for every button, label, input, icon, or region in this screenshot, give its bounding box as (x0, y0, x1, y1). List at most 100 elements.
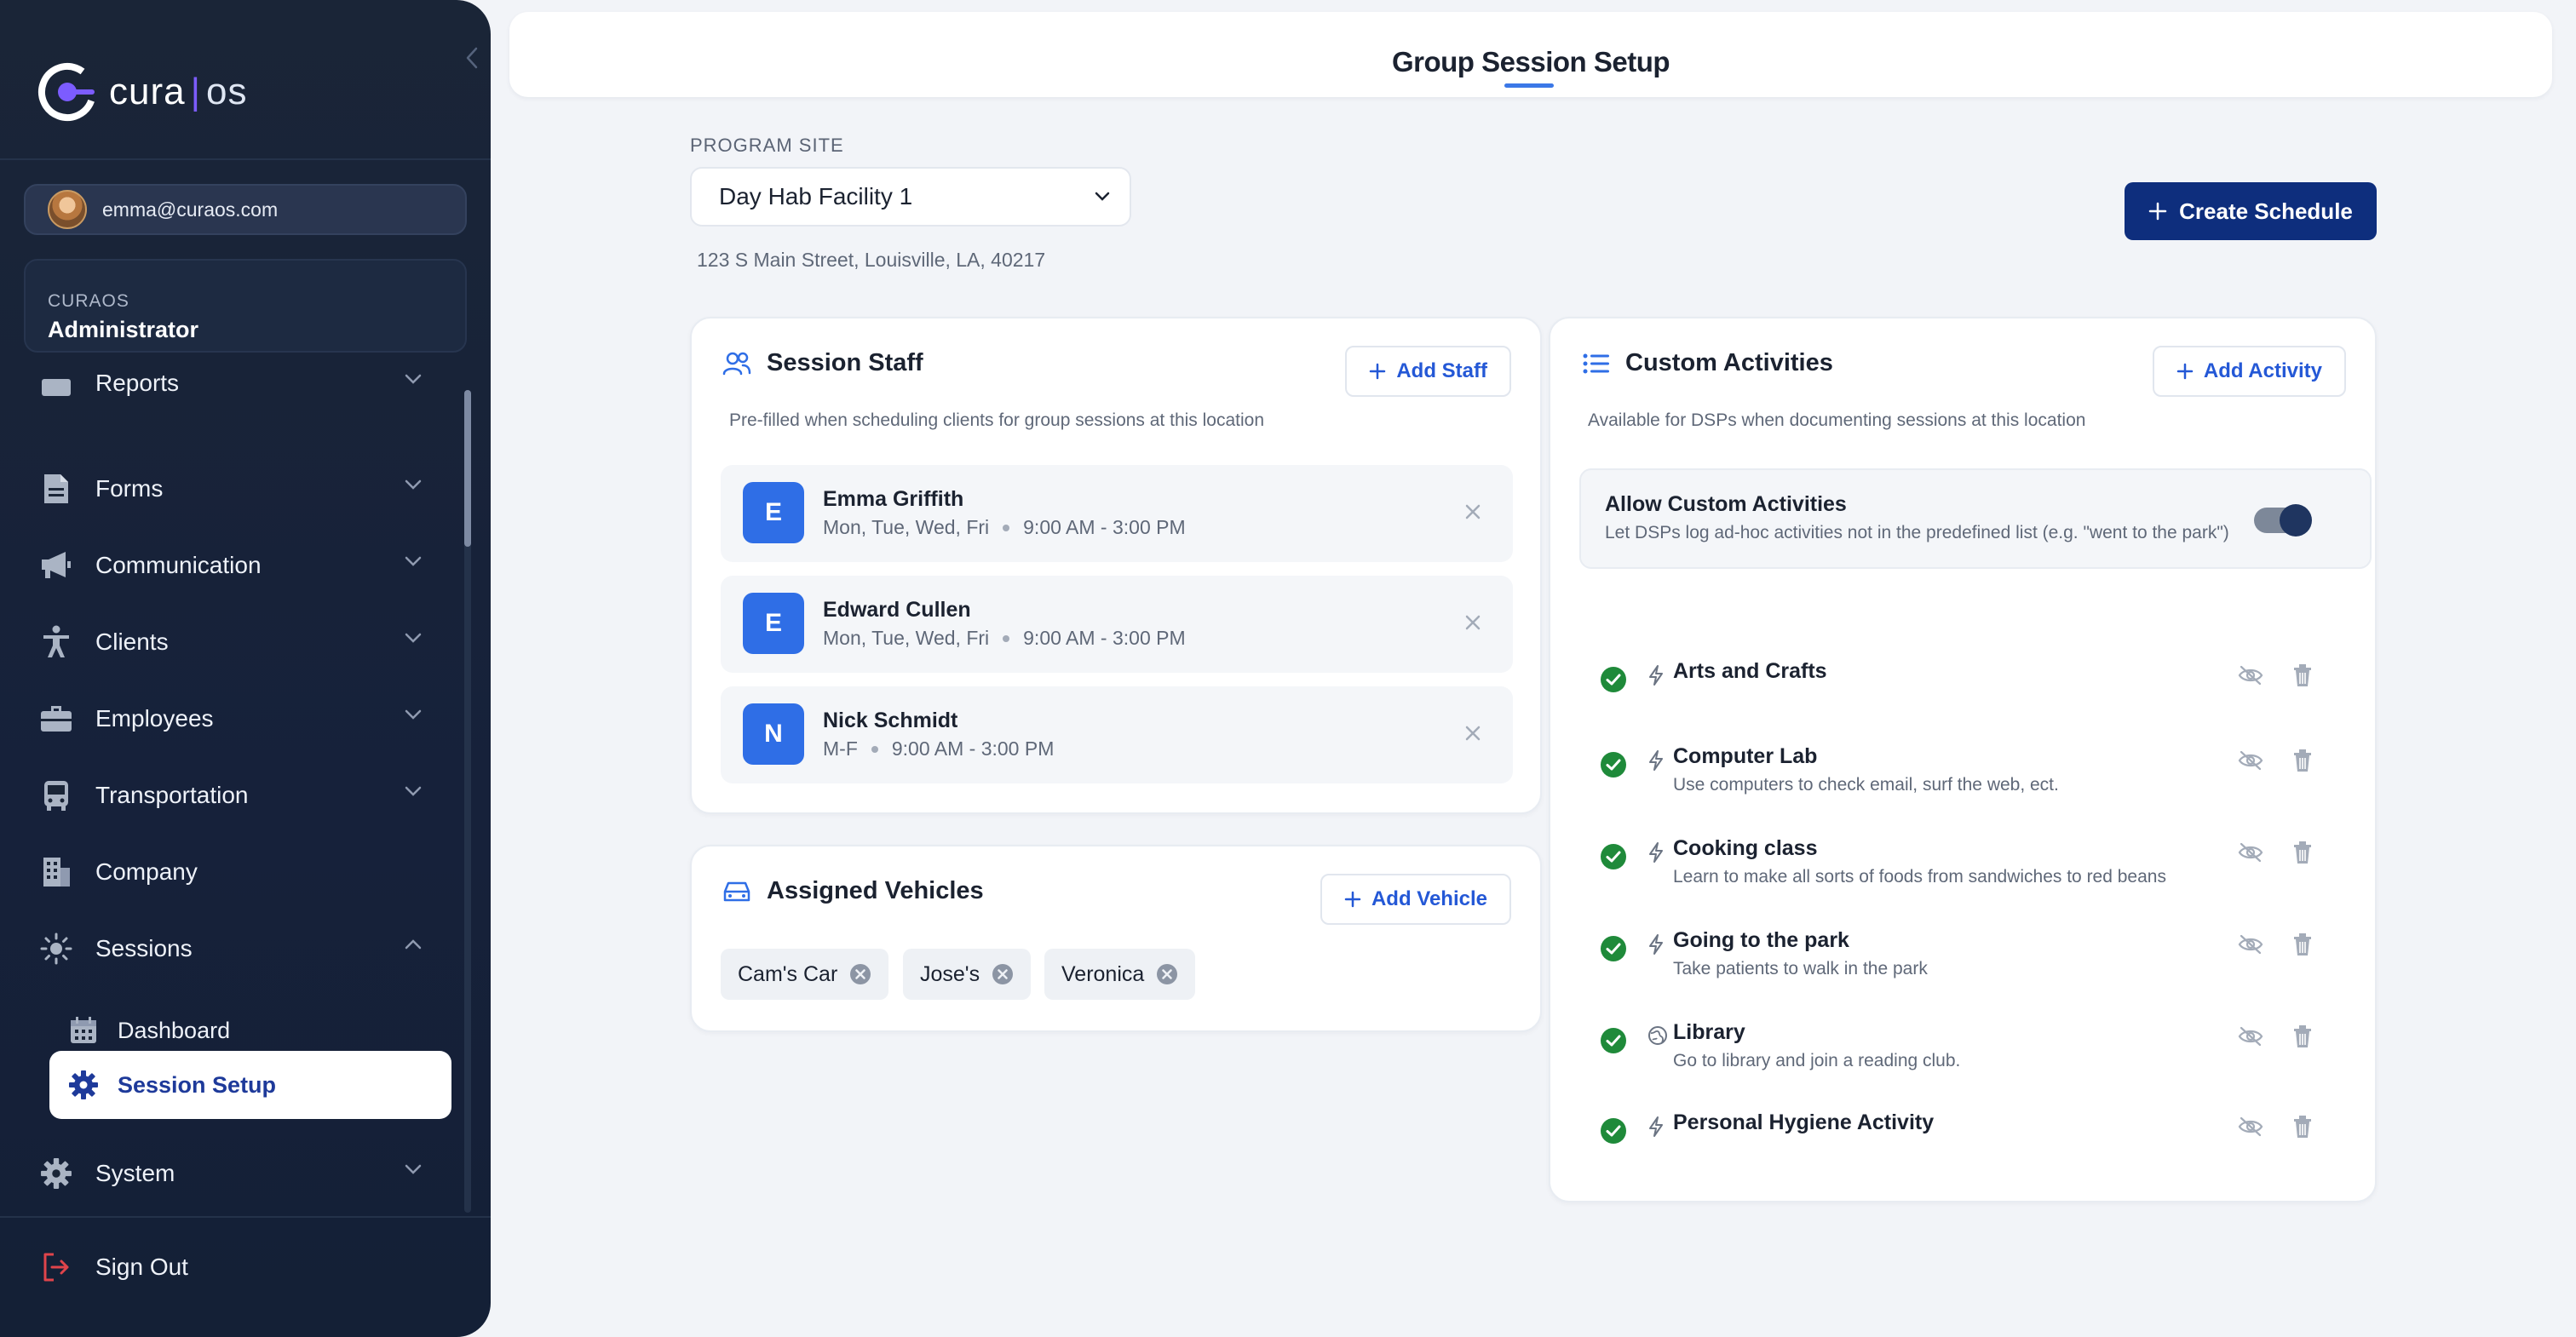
sign-out-label: Sign Out (95, 1254, 188, 1280)
chevron-down-icon (404, 1163, 423, 1175)
check-circle-icon (1600, 843, 1627, 870)
sidebar-item-company[interactable]: Company (39, 846, 423, 898)
plus-icon (2176, 363, 2194, 380)
activity-name: Arts and Crafts (1673, 659, 1827, 683)
sidebar-scrollbar[interactable] (464, 390, 471, 1213)
activity-name: Going to the park (1673, 928, 1849, 952)
briefcase-icon (39, 702, 73, 736)
app-logo[interactable]: cura | os (36, 61, 248, 123)
sidebar-item-sessions[interactable]: Sessions (39, 923, 423, 974)
chevron-down-icon (1094, 191, 1111, 203)
trash-icon[interactable] (2291, 932, 2314, 957)
staff-row: E Emma Griffith Mon, Tue, Wed, Fri 9:00 A… (721, 465, 1513, 562)
activity-name: Cooking class (1673, 836, 1818, 860)
calendar-icon (66, 1013, 101, 1047)
hide-eye-icon[interactable] (2237, 841, 2264, 864)
sun-icon (39, 932, 73, 966)
sidebar-item-label: System (95, 1160, 175, 1186)
add-activity-button[interactable]: Add Activity (2152, 346, 2346, 397)
assigned-vehicles-card: Assigned Vehicles Add Vehicle Cam's Car … (690, 845, 1542, 1032)
remove-vehicle-icon[interactable] (992, 963, 1014, 985)
reports-icon (39, 371, 73, 400)
scrollbar-thumb[interactable] (464, 390, 471, 547)
remove-vehicle-icon[interactable] (1156, 963, 1178, 985)
activity-row: Personal Hygiene Activity (1600, 1110, 2349, 1179)
plus-icon (1369, 363, 1386, 380)
sidebar: cura | os emma@curaos.com CURAOS Administr… (0, 0, 491, 1337)
sidebar-item-clients[interactable]: Clients (39, 617, 423, 668)
hide-eye-icon[interactable] (2237, 749, 2264, 772)
trash-icon[interactable] (2291, 663, 2314, 688)
staff-initial-badge: E (743, 482, 804, 543)
add-vehicle-label: Add Vehicle (1371, 887, 1487, 910)
logo-icon (38, 63, 96, 121)
vehicle-name: Jose's (920, 961, 980, 986)
separator-dot (1003, 524, 1010, 531)
check-circle-icon (1600, 1027, 1627, 1054)
hide-eye-icon[interactable] (2237, 1116, 2264, 1138)
divider (0, 1216, 491, 1218)
staff-days: M-F (823, 737, 858, 760)
chevron-left-icon (466, 47, 478, 69)
chevron-down-icon (404, 785, 423, 797)
card-title: Assigned Vehicles (722, 877, 984, 905)
collapse-sidebar-button[interactable] (460, 44, 484, 72)
activity-description: Use computers to check email, surf the w… (1673, 775, 2059, 795)
sidebar-item-reports[interactable]: Reports (39, 371, 423, 409)
sidebar-item-system[interactable]: System (39, 1148, 423, 1199)
sidebar-item-employees[interactable]: Employees (39, 693, 423, 744)
add-vehicle-button[interactable]: Add Vehicle (1320, 874, 1511, 925)
title-underline (1504, 83, 1554, 88)
allow-custom-activities-toggle[interactable] (2254, 504, 2312, 537)
vehicle-chip: Veronica (1044, 949, 1196, 1000)
chevron-down-icon (404, 632, 423, 644)
sidebar-item-label: Transportation (95, 782, 249, 808)
staff-days: Mon, Tue, Wed, Fri (823, 627, 990, 649)
card-title-text: Session Staff (767, 349, 923, 376)
remove-staff-icon[interactable] (1463, 613, 1482, 632)
staff-schedule: Mon, Tue, Wed, Fri 9:00 AM - 3:00 PM (823, 516, 1186, 539)
program-site-label: PROGRAM SITE (690, 135, 844, 156)
plus-icon (2148, 202, 2167, 221)
trash-icon[interactable] (2291, 1114, 2314, 1139)
add-staff-button[interactable]: Add Staff (1345, 346, 1511, 397)
sidebar-item-forms[interactable]: Forms (39, 463, 423, 514)
page-title: Group Session Setup (1391, 46, 1670, 77)
create-schedule-label: Create Schedule (2179, 198, 2353, 224)
toggle-description: Let DSPs log ad-hoc activities not in th… (1605, 523, 2229, 542)
activity-description: Go to library and join a reading club. (1673, 1051, 1961, 1070)
toggle-title: Allow Custom Activities (1605, 492, 1847, 516)
trash-icon[interactable] (2291, 748, 2314, 773)
sidebar-item-communication[interactable]: Communication (39, 540, 423, 591)
hide-eye-icon[interactable] (2237, 933, 2264, 955)
sidebar-subitem-session-setup[interactable]: Session Setup (49, 1051, 451, 1119)
remove-staff-icon[interactable] (1463, 502, 1482, 521)
users-icon (722, 351, 751, 376)
card-title: Session Staff (722, 349, 923, 377)
sidebar-item-transportation[interactable]: Transportation (39, 770, 423, 821)
hide-eye-icon[interactable] (2237, 664, 2264, 686)
sign-out-button[interactable]: Sign Out (39, 1242, 188, 1293)
staff-row: E Edward Cullen Mon, Tue, Wed, Fri 9:00 A… (721, 576, 1513, 673)
role-box: CURAOS Administrator (24, 259, 467, 353)
hide-eye-icon[interactable] (2237, 1025, 2264, 1047)
person-icon (39, 625, 73, 659)
remove-staff-icon[interactable] (1463, 724, 1482, 743)
car-icon (722, 880, 751, 904)
chevron-up-icon (404, 938, 423, 950)
user-account-button[interactable]: emma@curaos.com (24, 184, 467, 235)
staff-days: Mon, Tue, Wed, Fri (823, 516, 990, 538)
bolt-icon (1647, 933, 1665, 955)
program-site-select[interactable]: Day Hab Facility 1 (690, 167, 1131, 227)
divider (0, 158, 491, 160)
trash-icon[interactable] (2291, 840, 2314, 865)
trash-icon[interactable] (2291, 1024, 2314, 1049)
globe-icon (1647, 1025, 1668, 1046)
create-schedule-button[interactable]: Create Schedule (2125, 182, 2377, 240)
check-circle-icon (1600, 1117, 1627, 1145)
add-staff-label: Add Staff (1396, 359, 1487, 382)
remove-vehicle-icon[interactable] (849, 963, 871, 985)
bolt-icon (1647, 749, 1665, 772)
sidebar-item-label: Clients (95, 628, 169, 655)
sidebar-item-label: Sessions (95, 935, 193, 961)
